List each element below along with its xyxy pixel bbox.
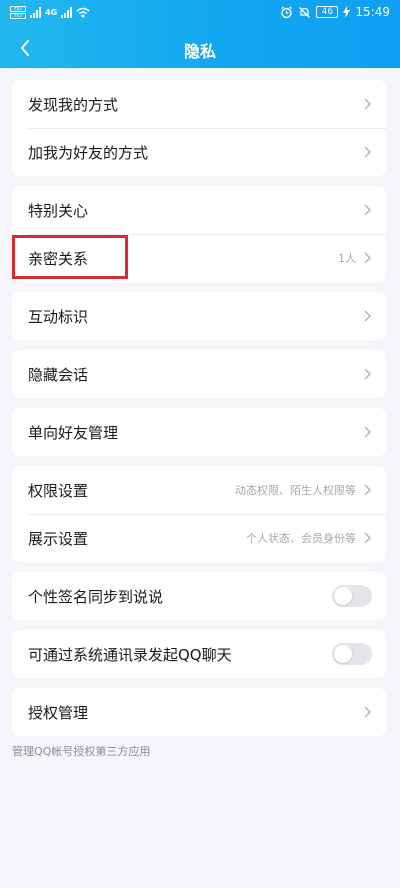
charging-icon	[343, 6, 351, 18]
row-permission-settings[interactable]: 权限设置 动态权限、陌生人权限等	[12, 466, 386, 514]
top-bar: HD HD 4G 46 15:49 隐私	[0, 0, 400, 68]
row-label: 权限设置	[28, 481, 89, 500]
row-hidden-chat[interactable]: 隐藏会话	[12, 350, 386, 398]
row-display-settings[interactable]: 展示设置 个人状态、会员身份等	[12, 514, 386, 562]
signal-icon-2	[61, 7, 73, 18]
row-label: 互动标识	[28, 307, 89, 326]
row-value: 1人	[338, 252, 356, 265]
row-signature-sync: 个性签名同步到说说	[12, 572, 386, 620]
battery-icon: 46	[316, 6, 339, 18]
row-value: 动态权限、陌生人权限等	[235, 484, 356, 497]
signal-icon	[30, 7, 41, 18]
page-title: 隐私	[183, 42, 216, 61]
signature-sync-toggle[interactable]	[332, 585, 372, 607]
row-value: 个人状态、会员身份等	[246, 532, 356, 545]
settings-group-authorization: 授权管理	[12, 688, 386, 736]
status-bar: HD HD 4G 46 15:49	[0, 0, 400, 28]
status-left: HD HD 4G	[10, 6, 90, 19]
clock-time: 15:49	[355, 5, 390, 19]
mute-icon	[299, 6, 311, 18]
row-authorization[interactable]: 授权管理	[12, 688, 386, 736]
row-label: 发现我的方式	[28, 95, 119, 114]
row-label: 可通过系统通讯录发起QQ聊天	[28, 645, 232, 664]
settings-group-permissions: 权限设置 动态权限、陌生人权限等 展示设置 个人状态、会员身份等	[12, 466, 386, 562]
row-label: 隐藏会话	[28, 365, 89, 384]
settings-group-signature-sync: 个性签名同步到说说	[12, 572, 386, 620]
row-label: 展示设置	[28, 529, 89, 548]
row-label: 特别关心	[28, 201, 89, 220]
sim-icon: HD HD	[10, 6, 26, 19]
row-contacts-chat: 可通过系统通讯录发起QQ聊天	[12, 630, 386, 678]
toggle-knob	[334, 587, 352, 605]
settings-group-hidden-chat: 隐藏会话	[12, 350, 386, 398]
row-one-way-friends[interactable]: 单向好友管理	[12, 408, 386, 456]
row-label: 授权管理	[28, 703, 89, 722]
row-discover-me[interactable]: 发现我的方式	[12, 80, 386, 128]
settings-group-relations: 特别关心 亲密关系 1人	[12, 186, 386, 282]
network-type: 4G	[45, 8, 58, 17]
row-special-care[interactable]: 特别关心	[12, 186, 386, 234]
chevron-right-icon	[364, 426, 372, 438]
chevron-right-icon	[364, 532, 372, 544]
row-label: 加我为好友的方式	[28, 143, 149, 162]
row-add-me[interactable]: 加我为好友的方式	[12, 128, 386, 176]
settings-group-discovery: 发现我的方式 加我为好友的方式	[12, 80, 386, 176]
row-label: 单向好友管理	[28, 423, 119, 442]
toggle-knob	[334, 645, 352, 663]
settings-group-contacts-chat: 可通过系统通讯录发起QQ聊天	[12, 630, 386, 678]
chevron-right-icon	[364, 484, 372, 496]
row-label: 个性签名同步到说说	[28, 587, 164, 606]
chevron-right-icon	[364, 98, 372, 110]
row-label: 亲密关系	[28, 249, 89, 268]
nav-bar: 隐私	[0, 28, 400, 68]
chevron-right-icon	[364, 706, 372, 718]
authorization-footnote: 管理QQ帐号授权第三方应用	[12, 745, 151, 758]
wifi-icon	[76, 7, 90, 18]
alarm-icon	[281, 6, 293, 18]
row-interaction-mark[interactable]: 互动标识	[12, 292, 386, 340]
row-intimate-relation[interactable]: 亲密关系 1人	[12, 234, 386, 282]
chevron-right-icon	[364, 368, 372, 380]
chevron-right-icon	[364, 252, 372, 264]
contacts-chat-toggle[interactable]	[332, 643, 372, 665]
settings-group-interaction: 互动标识	[12, 292, 386, 340]
chevron-right-icon	[364, 204, 372, 216]
chevron-right-icon	[364, 146, 372, 158]
settings-group-one-way: 单向好友管理	[12, 408, 386, 456]
status-right: 46 15:49	[280, 5, 390, 19]
chevron-right-icon	[364, 310, 372, 322]
